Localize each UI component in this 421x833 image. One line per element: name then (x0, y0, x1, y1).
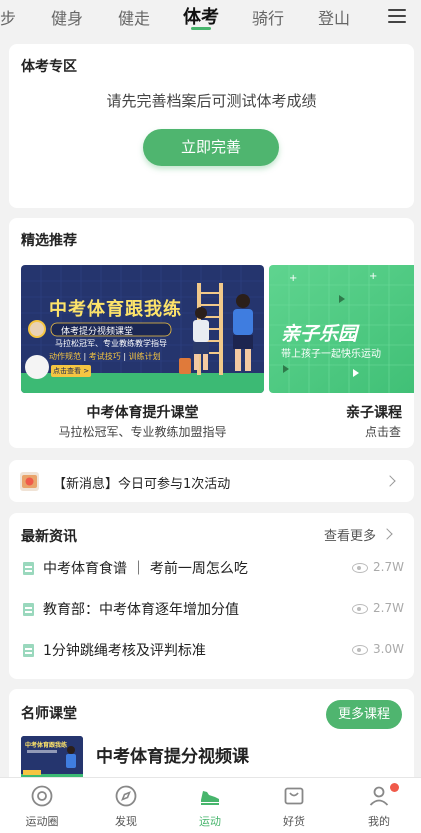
article-icon (23, 562, 34, 575)
nav-discover[interactable]: 发现 (84, 778, 168, 833)
teacher-course-card: 名师课堂 更多课程 中考体育跟我练 中考体育提分视频课 (9, 689, 414, 789)
news-title: 最新资讯 (21, 529, 77, 545)
news-item-title: 1分钟跳绳考核及评判标准 (43, 643, 206, 659)
pe-banner-cta: 点击查看 > (53, 367, 90, 375)
parent-child-banner[interactable]: + + 亲子乐园 带上孩子一起快乐运动 (269, 265, 414, 393)
nav-shop[interactable]: 好货 (252, 778, 336, 833)
tab-cycling[interactable]: 骑行 (252, 5, 284, 29)
chevron-right-icon (384, 475, 396, 487)
bottom-nav: 运动圈 发现 运动 好货 我的 (0, 777, 421, 833)
activity-icon (20, 472, 39, 491)
pe-banner-tags: 动作规范 | 考试技巧 | 训练计划 (49, 352, 161, 361)
compass-icon (115, 785, 137, 807)
news-item-views: 2.7W (373, 560, 404, 574)
pe-banner-headline: 中考体育跟我练 (49, 299, 182, 320)
article-icon (23, 644, 34, 657)
news-item[interactable]: 1分钟跳绳考核及评判标准 3.0W (9, 638, 414, 662)
chevron-right-icon (381, 528, 393, 540)
course-thumbnail-text: 中考体育跟我练 (25, 742, 68, 749)
pe-course-banner[interactable]: 中考体育跟我练 体考提分视频课堂 马拉松冠军、专业教练教学指导 动作规范 | 考… (21, 265, 264, 393)
activity-notice[interactable]: 【新消息】今日可参与1次活动 (9, 460, 414, 502)
recommend-item-subtitle: 马拉松冠军、专业教练加盟指导 (58, 425, 227, 439)
tab-hiking[interactable]: 登山 (318, 5, 350, 29)
active-tab-indicator (191, 27, 211, 30)
svg-text:+: + (289, 273, 297, 284)
nav-mine[interactable]: 我的 (337, 778, 421, 833)
nav-label: 我的 (368, 815, 390, 828)
parent-banner-sub: 带上孩子一起快乐运动 (281, 349, 381, 360)
news-card: 最新资讯 查看更多 中考体育食谱 ｜ 考前一周怎么吃 2.7W 教育部：中考体育… (9, 513, 414, 679)
news-item[interactable]: 中考体育食谱 ｜ 考前一周怎么吃 2.7W (9, 556, 414, 580)
exam-section-title: 体考专区 (21, 59, 77, 75)
recommend-item-title: 亲子课程 (346, 405, 402, 421)
nav-label: 运动 (199, 815, 221, 828)
recommend-item-title: 中考体育提升课堂 (86, 405, 199, 421)
news-more-link[interactable]: 查看更多 (324, 525, 376, 544)
pe-banner-tag: 考试技巧 (88, 352, 121, 361)
pe-banner-sub: 体考提分视频课堂 (61, 327, 134, 337)
eye-icon (352, 645, 368, 655)
pe-banner-desc: 马拉松冠军、专业教练教学指导 (55, 339, 167, 348)
tab-walking[interactable]: 健走 (118, 5, 150, 29)
nav-sport-circle[interactable]: 运动圈 (0, 778, 84, 833)
nav-label: 运动圈 (25, 815, 59, 828)
news-item-title: 中考体育食谱 ｜ 考前一周怎么吃 (43, 561, 248, 577)
exam-profile-message: 请先完善档案后可测试体考成绩 (106, 92, 317, 110)
nav-label: 好货 (283, 815, 305, 828)
shop-bag-icon (284, 787, 304, 805)
recommend-title: 精选推荐 (21, 233, 77, 249)
notification-badge (390, 783, 399, 792)
news-item[interactable]: 教育部：中考体育逐年增加分值 2.7W (9, 597, 414, 621)
shoe-icon (201, 791, 219, 805)
svg-text:+: + (369, 271, 377, 282)
pe-banner-tag: 训练计划 (128, 352, 161, 361)
tab-running[interactable]: 步 (0, 5, 16, 29)
nav-sport[interactable]: 运动 (168, 778, 252, 833)
news-item-views: 2.7W (373, 601, 404, 615)
pe-banner-tag: 动作规范 (49, 352, 81, 361)
menu-icon[interactable] (388, 8, 406, 24)
nav-label: 发现 (115, 815, 137, 828)
course-thumbnail[interactable]: 中考体育跟我练 (21, 736, 83, 781)
more-courses-button[interactable]: 更多课程 (326, 700, 402, 729)
eye-icon (352, 563, 368, 573)
course-title[interactable]: 中考体育提分视频课 (96, 742, 249, 767)
notice-text: 【新消息】今日可参与1次活动 (53, 477, 231, 492)
tab-fitness[interactable]: 健身 (51, 5, 83, 29)
sport-circle-icon (31, 785, 53, 807)
complete-profile-button[interactable]: 立即完善 (143, 129, 279, 166)
recommend-card: 精选推荐 中考体育跟我练 体考提分视频课堂 马拉松冠军、专业教练教学指导 动作规… (9, 218, 414, 448)
news-item-title: 教育部：中考体育逐年增加分值 (43, 602, 239, 618)
top-tab-bar: 步 健身 健走 体考 骑行 登山 (0, 0, 421, 38)
parent-banner-headline: 亲子乐园 (281, 323, 358, 345)
user-icon (369, 786, 389, 806)
news-item-views: 3.0W (373, 642, 404, 656)
teacher-section-title: 名师课堂 (21, 706, 77, 722)
exam-section-card: 体考专区 请先完善档案后可测试体考成绩 立即完善 (9, 44, 414, 208)
recommend-item-subtitle: 点击查 (365, 425, 402, 439)
tab-pe-exam[interactable]: 体考 (183, 3, 219, 29)
eye-icon (352, 604, 368, 614)
article-icon (23, 603, 34, 616)
